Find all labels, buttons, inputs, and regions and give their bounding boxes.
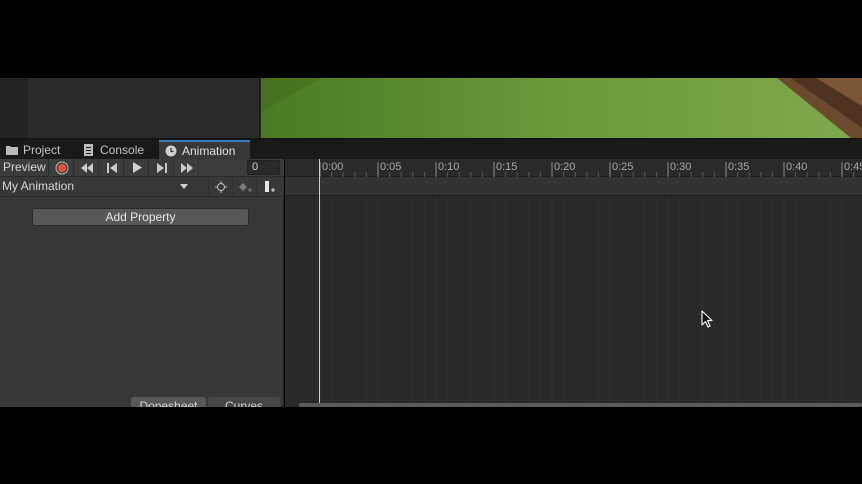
ruler-tick-label: 0:05 (380, 161, 402, 173)
ruler-tick-label: 0:25 (612, 161, 634, 173)
next-key-icon (156, 162, 167, 173)
ruler-tick-label: 0:15 (496, 161, 518, 173)
filter-keyframes-button[interactable] (208, 177, 232, 196)
last-key-icon (180, 162, 193, 173)
play-button[interactable] (125, 159, 149, 176)
tab-animation[interactable]: Animation (159, 140, 250, 160)
prev-key-icon (106, 162, 117, 173)
clock-icon (165, 145, 177, 157)
last-keyframe-button[interactable] (175, 159, 199, 176)
first-keyframe-button[interactable] (75, 159, 99, 176)
add-keyframe-icon (238, 182, 252, 192)
add-event-icon (264, 180, 275, 192)
add-property-button[interactable]: Add Property (32, 208, 249, 226)
time-ruler[interactable]: 0:00 0:05 0:10 0:15 0:20 0:25 0:30 0:35 0:40 0:45 (285, 159, 862, 177)
ruler-tick-label: 0:45 (844, 161, 862, 173)
tab-curves[interactable]: Curves (208, 397, 280, 407)
tab-console-label: Console (100, 143, 145, 157)
record-icon (55, 161, 68, 174)
clip-row: My Animation (0, 177, 284, 197)
ruler-tick-label: 0:10 (438, 161, 460, 173)
add-event-button[interactable] (256, 177, 280, 196)
timeline-panel[interactable]: 0:00 0:05 0:10 0:15 0:20 0:25 0:30 0:35 0:40 0:45 (285, 159, 862, 407)
mouse-cursor-icon (701, 310, 713, 328)
letterbox-bottom (0, 407, 862, 484)
filter-keys-icon (214, 180, 227, 193)
scene-terrain-image (261, 78, 862, 138)
folder-icon (6, 146, 18, 155)
next-keyframe-button[interactable] (150, 159, 174, 176)
playback-toolbar: Preview 0 (0, 159, 284, 177)
dopesheet-area[interactable] (285, 196, 862, 403)
ruler-tick-label: 0:40 (786, 161, 808, 173)
first-key-icon (80, 162, 93, 173)
scene-view[interactable] (261, 78, 862, 138)
tab-dopesheet[interactable]: Dopesheet (131, 397, 206, 407)
animation-controls-panel: Preview 0 My Animation Add Property Dope… (0, 159, 284, 407)
ruler-tick-label: 0:35 (728, 161, 750, 173)
tab-project-label: Project (23, 143, 61, 157)
record-button[interactable] (50, 159, 74, 176)
tab-animation-label: Animation (182, 144, 236, 158)
chevron-down-icon (180, 184, 188, 189)
event-row[interactable] (285, 177, 862, 196)
scene-editor-strip (0, 78, 862, 138)
ruler-tick-label: 0:30 (670, 161, 692, 173)
play-icon (132, 162, 142, 173)
hierarchy-gutter (0, 78, 28, 138)
frame-field[interactable]: 0 (247, 160, 280, 175)
ruler-tick-label: 0:20 (554, 161, 576, 173)
playhead[interactable] (319, 159, 320, 403)
tab-console[interactable]: Console (77, 140, 150, 160)
prev-keyframe-button[interactable] (100, 159, 124, 176)
tab-bar: Project Console Animation (0, 138, 862, 160)
preview-button[interactable]: Preview (0, 159, 49, 176)
add-keyframe-button[interactable] (232, 177, 256, 196)
hierarchy-panel (28, 78, 260, 138)
letterbox-top (0, 0, 862, 78)
mode-tabs: Dopesheet Curves (0, 397, 284, 407)
tab-project[interactable]: Project (0, 140, 66, 160)
ruler-tick-label: 0:00 (322, 161, 344, 173)
clip-dropdown[interactable]: My Animation (0, 177, 195, 196)
dopesheet-grid (319, 196, 855, 403)
console-icon (84, 144, 93, 156)
